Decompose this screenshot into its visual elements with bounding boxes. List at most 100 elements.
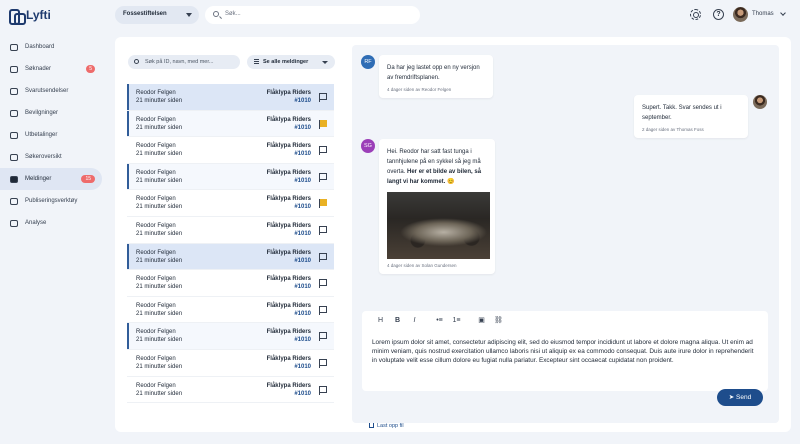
flag-icon[interactable]	[319, 119, 327, 129]
sender-name: Reodor Felgen	[136, 249, 176, 256]
avatar	[753, 95, 767, 109]
sender-name: Reodor Felgen	[136, 222, 176, 229]
list-item[interactable]: Reodor Felgen 21 minutter siden Flåklypa R…	[127, 296, 334, 324]
application-id[interactable]: #1010	[294, 125, 311, 131]
conversation-pane: RF Da har jeg lastet opp en ny versjon a…	[352, 45, 779, 423]
count-badge: 15	[81, 175, 95, 183]
chevron-down-icon[interactable]	[780, 10, 786, 16]
app-logo[interactable]: Lyfti	[9, 8, 51, 25]
list-item[interactable]: Reodor Felgen 21 minutter siden Flåklypa R…	[127, 84, 334, 111]
sidebar-item-bevilgninger[interactable]: Bevilgninger	[0, 102, 110, 124]
message-filter-select[interactable]: Se alle meldinger	[247, 55, 335, 69]
bullet-list-icon[interactable]: •≡	[431, 317, 448, 324]
list-item[interactable]: Reodor Felgen 21 minutter siden Flåklypa R…	[127, 216, 334, 244]
organization-name: Flåklypa Riders	[266, 382, 311, 389]
chevron-down-icon	[322, 61, 328, 64]
application-id[interactable]: #1010	[294, 98, 311, 104]
composer-text[interactable]: Lorem ipsum dolor sit amet, consectetur …	[372, 338, 760, 365]
application-id[interactable]: #1010	[294, 231, 311, 237]
sidebar-nav: Dashboard Søknader 5 Svarutsendelser Bevi…	[0, 36, 110, 234]
upload-icon	[369, 423, 374, 428]
list-item[interactable]: Reodor Felgen 21 minutter siden Flåklypa R…	[127, 243, 334, 271]
sidebar-item-label: Svarutsendelser	[25, 88, 69, 94]
organization-name: Flåklypa Riders	[266, 116, 311, 123]
flag-icon[interactable]	[319, 252, 327, 262]
sender-name: Reodor Felgen	[136, 90, 176, 96]
flag-icon[interactable]	[319, 225, 327, 235]
list-item[interactable]: Reodor Felgen 21 minutter siden Flåklypa R…	[127, 376, 334, 404]
send-label: Send	[736, 394, 752, 401]
chevron-down-icon	[186, 13, 192, 17]
sidebar-item-soknader[interactable]: Søknader 5	[0, 58, 110, 80]
upload-file-button[interactable]: Last opp fil	[369, 423, 404, 429]
smile-emoji: 😊	[447, 179, 455, 185]
heading-icon[interactable]: H	[372, 317, 389, 324]
sidebar-item-utbetalinger[interactable]: Utbetalinger	[0, 124, 110, 146]
sidebar-item-svarutsendelser[interactable]: Svarutsendelser	[0, 80, 110, 102]
send-button[interactable]: ➤ Send	[717, 389, 763, 406]
organization-name: Flåklypa Riders	[266, 143, 311, 150]
gear-icon[interactable]	[690, 9, 701, 20]
list-item[interactable]: Reodor Felgen 21 minutter siden Flåklypa R…	[127, 270, 334, 297]
wallet-icon	[10, 131, 18, 139]
message-bubble: Da har jeg lastet opp en ny versjon av f…	[379, 55, 493, 98]
list-item[interactable]: Reodor Felgen 21 minutter siden Flåklypa R…	[127, 137, 334, 164]
global-search-input[interactable]: Søk...	[205, 6, 420, 24]
flag-icon[interactable]	[319, 279, 327, 289]
application-id[interactable]: #1010	[294, 204, 311, 210]
filter-icon	[254, 59, 259, 65]
application-id[interactable]: #1010	[294, 151, 311, 157]
search-placeholder: Søk på ID, navn, med mer...	[145, 59, 214, 65]
timestamp: 21 minutter siden	[136, 177, 183, 184]
count-badge: 5	[86, 65, 95, 73]
application-id[interactable]: #1010	[294, 284, 311, 290]
organization-select[interactable]: Fossestiftelsen	[115, 6, 199, 24]
flag-icon[interactable]	[319, 358, 327, 368]
flag-icon[interactable]	[319, 305, 327, 315]
user-name[interactable]: Thomas	[752, 11, 774, 17]
flag-icon[interactable]	[319, 172, 327, 182]
sidebar-item-analyse[interactable]: Analyse	[0, 212, 110, 234]
avatar[interactable]	[733, 7, 748, 22]
flag-icon[interactable]	[319, 199, 327, 209]
bold-icon[interactable]: B	[389, 317, 406, 324]
sender-name: Reodor Felgen	[136, 302, 176, 309]
organization-select-value: Fossestiftelsen	[123, 11, 167, 17]
timestamp: 21 minutter siden	[136, 98, 183, 104]
flag-icon[interactable]	[319, 385, 327, 395]
sidebar-item-publiseringsverktoy[interactable]: Publiseringsverktøy	[0, 190, 110, 212]
help-icon[interactable]: ?	[713, 9, 724, 20]
application-id[interactable]: #1010	[294, 337, 311, 343]
sidebar-item-sokeroversikt[interactable]: Søkeroversikt	[0, 146, 110, 168]
numbered-list-icon[interactable]: 1≡	[448, 317, 465, 324]
application-id[interactable]: #1010	[294, 391, 311, 397]
timestamp: 21 minutter siden	[136, 204, 183, 211]
car-photo[interactable]	[387, 192, 490, 259]
list-item[interactable]: Reodor Felgen 21 minutter siden Flåklypa R…	[127, 349, 334, 377]
application-id[interactable]: #1010	[294, 364, 311, 370]
timestamp: 21 minutter siden	[136, 230, 183, 237]
link-icon[interactable]: ⛓	[490, 316, 507, 324]
timestamp: 21 minutter siden	[136, 337, 183, 344]
sidebar-item-dashboard[interactable]: Dashboard	[0, 36, 110, 58]
flag-icon[interactable]	[319, 332, 327, 342]
list-item[interactable]: Reodor Felgen 21 minutter siden Flåklypa R…	[127, 190, 334, 217]
organization-name: Flåklypa Riders	[266, 302, 311, 309]
sidebar: Lyfti Dashboard Søknader 5 Svarutsendelse…	[0, 0, 110, 444]
search-placeholder: Søk...	[225, 11, 241, 17]
list-item[interactable]: Reodor Felgen 21 minutter siden Flåklypa R…	[127, 110, 334, 138]
flag-icon[interactable]	[319, 146, 327, 156]
sender-name: Reodor Felgen	[136, 116, 176, 123]
flag-icon[interactable]	[319, 93, 327, 102]
list-item[interactable]: Reodor Felgen 21 minutter siden Flåklypa R…	[127, 323, 334, 350]
application-id[interactable]: #1010	[294, 311, 311, 317]
sidebar-item-meldinger[interactable]: Meldinger 15	[0, 168, 102, 190]
avatar-sg: SG	[361, 139, 375, 153]
list-item[interactable]: Reodor Felgen 21 minutter siden Flåklypa R…	[127, 163, 334, 191]
message-search-input[interactable]: Søk på ID, navn, med mer...	[128, 55, 240, 69]
application-id[interactable]: #1010	[294, 258, 311, 264]
message-composer[interactable]: H B I •≡ 1≡ ▣ ⛓ Lorem ipsum dolor sit am…	[362, 311, 768, 391]
image-icon[interactable]: ▣	[473, 316, 490, 324]
italic-icon[interactable]: I	[406, 317, 423, 324]
application-id[interactable]: #1010	[294, 178, 311, 184]
